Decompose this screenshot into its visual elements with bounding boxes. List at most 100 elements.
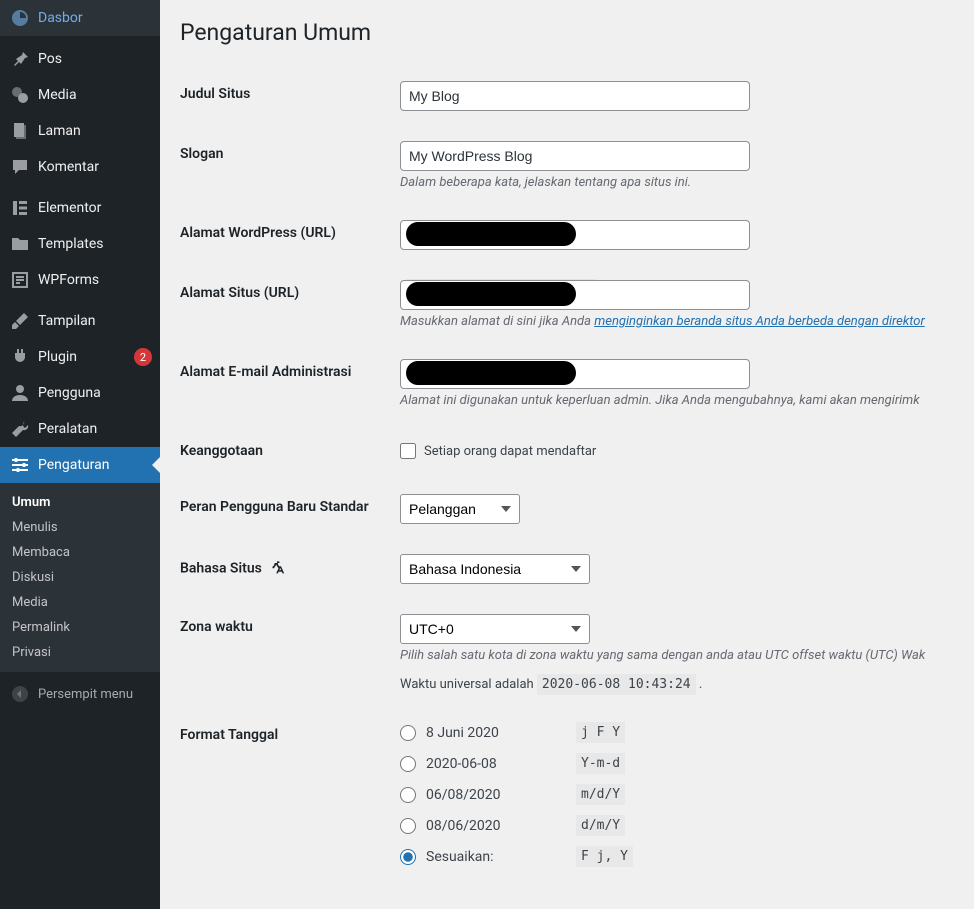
menu-templates[interactable]: Templates [0, 226, 160, 262]
timezone-select[interactable]: UTC+0 [400, 614, 590, 644]
date-option[interactable]: 06/08/2020 m/d/Y [400, 784, 944, 805]
menu-label: Elementor [38, 200, 152, 216]
admin-sidebar: Dasbor Pos Media Laman Komentar Elemento… [0, 0, 160, 909]
timezone-description: Pilih salah satu kota di zona waktu yang… [400, 648, 944, 663]
page-title: Pengaturan Umum [180, 19, 954, 46]
admin-email-label: Alamat E-mail Administrasi [180, 344, 400, 423]
date-radio[interactable] [400, 725, 416, 741]
menu-label: Pengguna [38, 385, 152, 401]
submenu-permalink[interactable]: Permalink [0, 615, 160, 640]
date-option[interactable]: 08/06/2020 d/m/Y [400, 815, 944, 836]
menu-label: Plugin [38, 349, 126, 365]
menu-comments[interactable]: Komentar [0, 149, 160, 185]
site-url-label: Alamat Situs (URL) [180, 265, 400, 344]
submenu-privacy[interactable]: Privasi [0, 640, 160, 665]
menu-appearance[interactable]: Tampilan [0, 303, 160, 339]
site-title-label: Judul Situs [180, 66, 400, 126]
folder-icon [10, 234, 30, 254]
menu-wpforms[interactable]: WPForms [0, 262, 160, 298]
menu-dashboard[interactable]: Dasbor [0, 0, 160, 36]
menu-elementor[interactable]: Elementor [0, 190, 160, 226]
date-option-code: F j, Y [576, 846, 633, 867]
date-option[interactable]: 2020-06-08 Y-m-d [400, 753, 944, 774]
site-url-input[interactable] [400, 280, 750, 310]
settings-form: Judul Situs Slogan Dalam beberapa kata, … [180, 66, 954, 892]
dashboard-icon [10, 8, 30, 28]
comment-icon [10, 157, 30, 177]
admin-email-description: Alamat ini digunakan untuk keperluan adm… [400, 393, 944, 408]
wrench-icon [10, 419, 30, 439]
default-role-select[interactable]: Pelanggan [400, 494, 520, 524]
tagline-description: Dalam beberapa kata, jelaskan tentang ap… [400, 175, 944, 190]
update-badge: 2 [134, 348, 152, 366]
utc-time-line: Waktu universal adalah 2020-06-08 10:43:… [400, 677, 944, 692]
date-format-label: Format Tanggal [180, 707, 400, 892]
menu-users[interactable]: Pengguna [0, 375, 160, 411]
membership-checkbox-label: Setiap orang dapat mendaftar [424, 444, 596, 459]
main-content: Pengaturan Umum Judul Situs Slogan Dalam… [160, 0, 974, 909]
collapse-icon [10, 684, 30, 704]
menu-label: Peralatan [38, 421, 152, 437]
menu-label: Media [38, 87, 152, 103]
menu-label: WPForms [38, 272, 152, 288]
pin-icon [10, 49, 30, 69]
utc-time-code: 2020-06-08 10:43:24 [537, 674, 696, 695]
submenu-general[interactable]: Umum [0, 490, 160, 515]
brush-icon [10, 311, 30, 331]
timezone-label: Zona waktu [180, 599, 400, 707]
membership-option[interactable]: Setiap orang dapat mendaftar [400, 443, 944, 459]
date-option[interactable]: 8 Juni 2020 j F Y [400, 722, 944, 743]
elementor-icon [10, 198, 30, 218]
plugin-icon [10, 347, 30, 367]
menu-posts[interactable]: Pos [0, 41, 160, 77]
media-icon [10, 85, 30, 105]
date-radio[interactable] [400, 756, 416, 772]
membership-label: Keanggotaan [180, 423, 400, 479]
date-option-code: m/d/Y [576, 784, 625, 805]
language-label: Bahasa Situs [180, 539, 400, 599]
membership-checkbox[interactable] [400, 443, 416, 459]
submenu-discussion[interactable]: Diskusi [0, 565, 160, 590]
menu-settings[interactable]: Pengaturan [0, 447, 160, 483]
menu-label: Komentar [38, 159, 152, 175]
admin-email-input[interactable] [400, 359, 750, 389]
tagline-label: Slogan [180, 126, 400, 205]
tagline-input[interactable] [400, 141, 750, 171]
menu-tools[interactable]: Peralatan [0, 411, 160, 447]
menu-media[interactable]: Media [0, 77, 160, 113]
default-role-label: Peran Pengguna Baru Standar [180, 479, 400, 539]
menu-pages[interactable]: Laman [0, 113, 160, 149]
site-url-description: Masukkan alamat di sini jika Anda mengin… [400, 314, 944, 329]
site-title-input[interactable] [400, 81, 750, 111]
menu-plugins[interactable]: Plugin 2 [0, 339, 160, 375]
submenu-reading[interactable]: Membaca [0, 540, 160, 565]
menu-label: Pengaturan [38, 457, 152, 473]
date-option-label: 06/08/2020 [426, 787, 566, 803]
form-icon [10, 270, 30, 290]
translate-icon [269, 559, 285, 579]
language-select[interactable]: Bahasa Indonesia [400, 554, 590, 584]
user-icon [10, 383, 30, 403]
date-radio[interactable] [400, 849, 416, 865]
sliders-icon [10, 455, 30, 475]
collapse-label: Persempit menu [38, 687, 133, 702]
date-option-label: 8 Juni 2020 [426, 725, 566, 741]
date-radio[interactable] [400, 787, 416, 803]
menu-label: Tampilan [38, 313, 152, 329]
date-option-label: Sesuaikan: [426, 849, 566, 865]
date-option-label: 08/06/2020 [426, 818, 566, 834]
wp-url-label: Alamat WordPress (URL) [180, 205, 400, 265]
site-url-help-link[interactable]: menginginkan beranda situs Anda berbeda … [594, 314, 925, 329]
collapse-menu[interactable]: Persempit menu [0, 676, 160, 712]
date-radio[interactable] [400, 818, 416, 834]
date-option-label: 2020-06-08 [426, 756, 566, 772]
menu-label: Dasbor [38, 10, 152, 26]
settings-submenu: Umum Menulis Membaca Diskusi Media Perma… [0, 483, 160, 672]
date-option-code: j F Y [576, 722, 625, 743]
submenu-writing[interactable]: Menulis [0, 515, 160, 540]
submenu-media[interactable]: Media [0, 590, 160, 615]
date-option-custom[interactable]: Sesuaikan: F j, Y [400, 846, 944, 867]
date-option-code: d/m/Y [576, 815, 625, 836]
date-option-code: Y-m-d [576, 753, 625, 774]
wp-url-input[interactable] [400, 220, 750, 250]
